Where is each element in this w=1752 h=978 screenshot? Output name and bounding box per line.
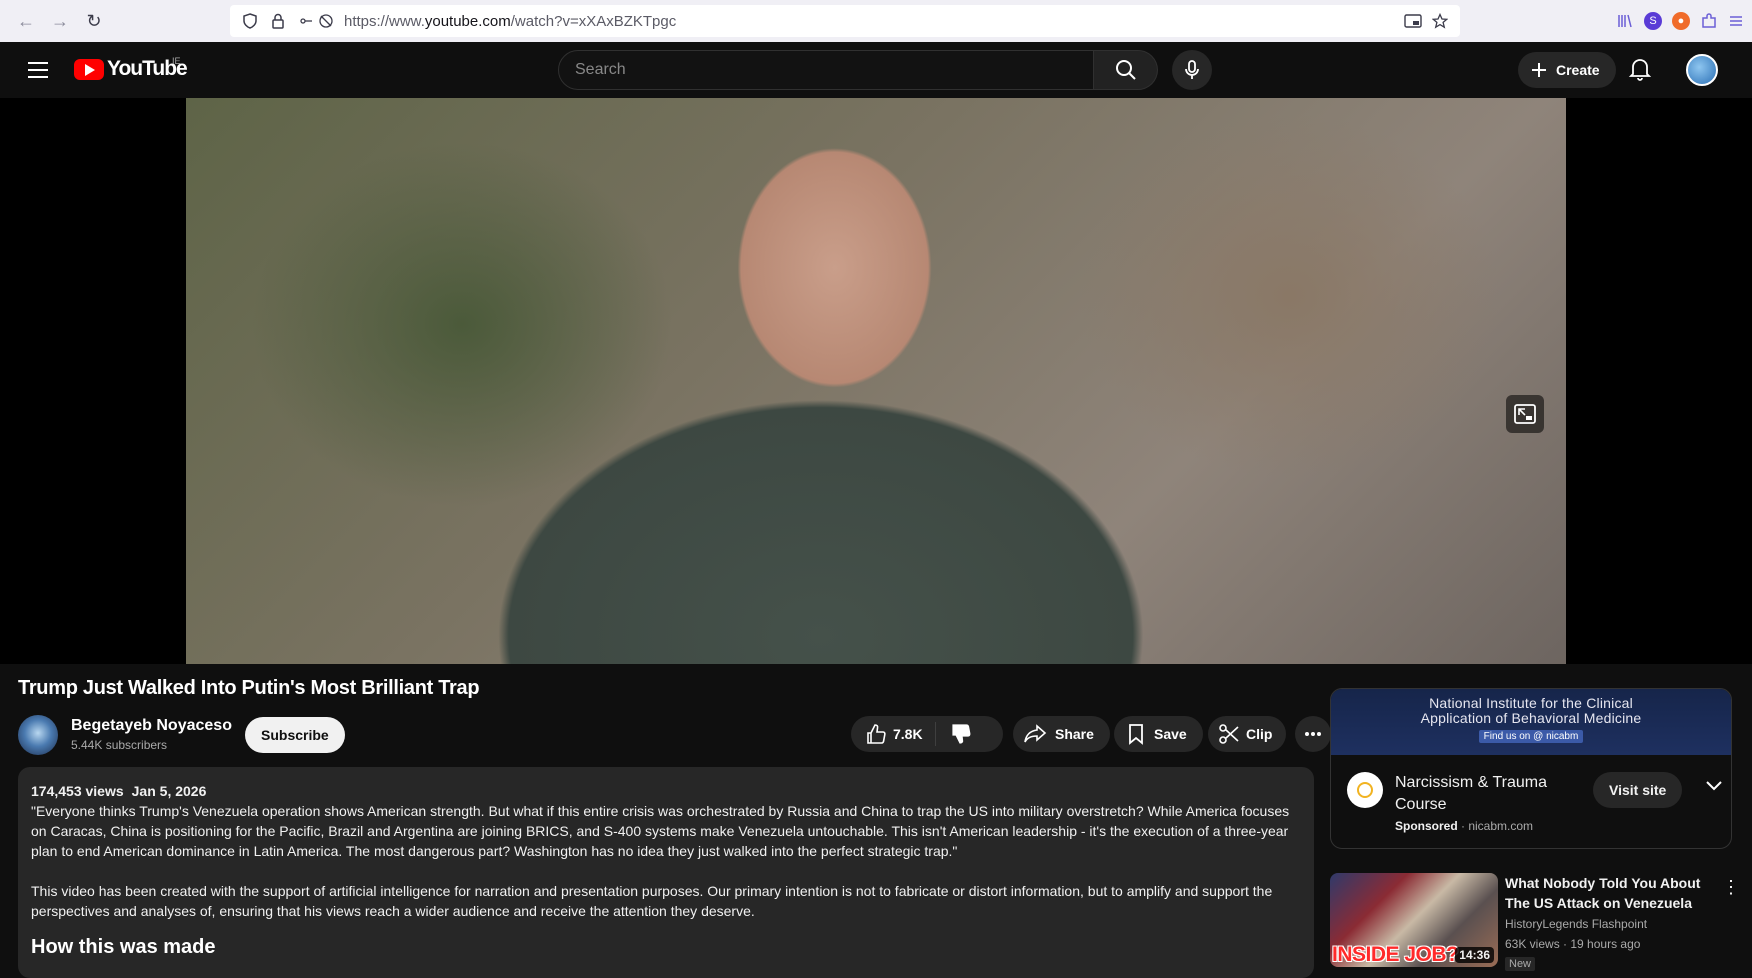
- extension-s-icon[interactable]: S: [1644, 12, 1662, 30]
- search-input[interactable]: Search: [558, 50, 1094, 90]
- recommended-views: 63K views: [1505, 937, 1560, 951]
- youtube-logo[interactable]: YouTube: [74, 57, 188, 81]
- reload-icon[interactable]: ↻: [80, 7, 108, 35]
- lock-icon: [272, 13, 284, 29]
- video-duration: 14:36: [1455, 947, 1494, 963]
- back-arrow-icon[interactable]: ←: [12, 7, 40, 35]
- save-label: Save: [1154, 726, 1187, 742]
- description-box[interactable]: 174,453 views Jan 5, 2026 "Everyone think…: [18, 767, 1314, 978]
- recommended-age: 19 hours ago: [1570, 937, 1641, 951]
- sponsored-label: Sponsored: [1395, 819, 1458, 833]
- view-date-line: 174,453 views Jan 5, 2026: [31, 781, 1301, 801]
- address-bar[interactable]: https://www.youtube.com/watch?v=xXAxBZKT…: [230, 5, 1460, 37]
- menu-icon[interactable]: [28, 62, 48, 83]
- ad-title[interactable]: Narcissism & Trauma Course: [1395, 772, 1565, 816]
- share-button[interactable]: Share: [1013, 716, 1110, 752]
- recommended-channel[interactable]: HistoryLegends Flashpoint: [1505, 917, 1647, 931]
- share-icon: [1024, 724, 1047, 743]
- share-label: Share: [1055, 726, 1094, 742]
- search-bar: Search: [558, 50, 1158, 90]
- clip-button[interactable]: Clip: [1208, 716, 1287, 752]
- picture-in-picture-icon[interactable]: [1404, 13, 1422, 29]
- chevron-down-icon: [1706, 781, 1722, 791]
- forward-arrow-icon[interactable]: →: [46, 7, 74, 35]
- clip-label: Clip: [1246, 726, 1273, 742]
- shield-icon: [243, 13, 257, 29]
- view-count: 174,453 views: [31, 783, 124, 799]
- video-player[interactable]: [0, 98, 1752, 664]
- like-count: 7.8K: [893, 726, 923, 742]
- notifications-button[interactable]: [1628, 56, 1652, 87]
- description-paragraph: "Everyone thinks Trump's Venezuela opera…: [31, 803, 1290, 859]
- sponsored-ad-card[interactable]: National Institute for the Clinical Appl…: [1330, 688, 1732, 849]
- miniplayer-icon: [1514, 404, 1536, 424]
- bookmark-star-icon[interactable]: [1432, 13, 1448, 29]
- more-actions-button[interactable]: [1295, 716, 1331, 752]
- bell-icon: [1628, 59, 1652, 81]
- bookmark-icon: [1129, 724, 1143, 745]
- plus-icon: [1532, 63, 1546, 77]
- search-button[interactable]: [1094, 50, 1158, 90]
- thumbnail-caption: INSIDE JOB?: [1332, 943, 1459, 966]
- tracking-protection-icon[interactable]: [318, 13, 334, 29]
- save-button[interactable]: Save: [1114, 716, 1203, 752]
- account-avatar[interactable]: [1686, 54, 1718, 86]
- ad-sponsored-line: Sponsored · nicabm.com: [1395, 819, 1534, 833]
- upload-date: Jan 5, 2026: [131, 783, 207, 799]
- like-dislike-group: 7.8K: [851, 716, 1003, 752]
- library-icon[interactable]: [1616, 12, 1634, 30]
- ad-banner-line1: National Institute for the Clinical: [1429, 695, 1633, 711]
- channel-row: Begetayeb Noyaceso 5.44K subscribers Sub…: [18, 713, 1331, 757]
- more-vertical-icon[interactable]: ⋮: [1722, 877, 1740, 898]
- extension-toolbar: S ●: [1616, 0, 1752, 42]
- new-badge: New: [1505, 957, 1536, 971]
- thumbs-down-icon: [951, 724, 971, 744]
- extension-duckduckgo-icon[interactable]: ●: [1672, 12, 1690, 30]
- recommended-meta: 63K views · 19 hours ago: [1505, 937, 1641, 951]
- search-icon: [1115, 60, 1136, 80]
- ai-disclosure-paragraph: This video has been created with the sup…: [31, 883, 1273, 919]
- ad-facebook-tag: Find us on @ nicabm: [1478, 730, 1584, 743]
- channel-avatar[interactable]: [18, 715, 58, 755]
- voice-search-button[interactable]: [1172, 50, 1212, 90]
- recommended-video[interactable]: INSIDE JOB? 14:36 What Nobody Told You A…: [1330, 873, 1740, 971]
- subscribe-button[interactable]: Subscribe: [245, 717, 345, 753]
- url-text: https://www.youtube.com/watch?v=xXAxBZKT…: [344, 12, 677, 30]
- app-menu-icon[interactable]: [1728, 13, 1744, 29]
- recommended-thumbnail[interactable]: INSIDE JOB? 14:36: [1330, 873, 1498, 967]
- ad-brand-logo: [1347, 772, 1383, 808]
- subscriber-count: 5.44K subscribers: [71, 738, 168, 752]
- video-frame[interactable]: [186, 98, 1566, 664]
- scissors-icon: [1219, 724, 1239, 744]
- how-this-was-made-heading: How this was made: [31, 936, 216, 958]
- thumbs-up-icon: [867, 724, 886, 744]
- permissions-icon[interactable]: [298, 13, 314, 29]
- create-label: Create: [1556, 62, 1600, 78]
- like-button[interactable]: 7.8K: [851, 722, 936, 746]
- create-button[interactable]: Create: [1518, 52, 1616, 88]
- extensions-puzzle-icon[interactable]: [1700, 12, 1718, 30]
- recommended-title[interactable]: What Nobody Told You About The US Attack…: [1505, 873, 1715, 913]
- miniplayer-button[interactable]: [1506, 395, 1544, 433]
- visit-site-button[interactable]: Visit site: [1593, 772, 1683, 808]
- microphone-icon: [1185, 60, 1199, 79]
- more-horizontal-icon: [1305, 732, 1321, 736]
- ad-banner-line2: Application of Behavioral Medicine: [1420, 710, 1642, 726]
- browser-toolbar: ← → ↻ https://www.youtube.com/watch?v=xX…: [0, 0, 1752, 42]
- youtube-header: YouTube IE Search Create: [0, 42, 1752, 98]
- ad-expand-button[interactable]: [1705, 779, 1723, 797]
- youtube-play-icon: [74, 58, 104, 80]
- ad-domain: nicabm.com: [1468, 819, 1534, 833]
- dislike-button[interactable]: [936, 723, 988, 745]
- channel-name[interactable]: Begetayeb Noyaceso: [71, 717, 232, 735]
- ad-banner[interactable]: National Institute for the Clinical Appl…: [1331, 689, 1731, 755]
- country-code: IE: [172, 56, 181, 66]
- video-title: Trump Just Walked Into Putin's Most Bril…: [18, 677, 480, 699]
